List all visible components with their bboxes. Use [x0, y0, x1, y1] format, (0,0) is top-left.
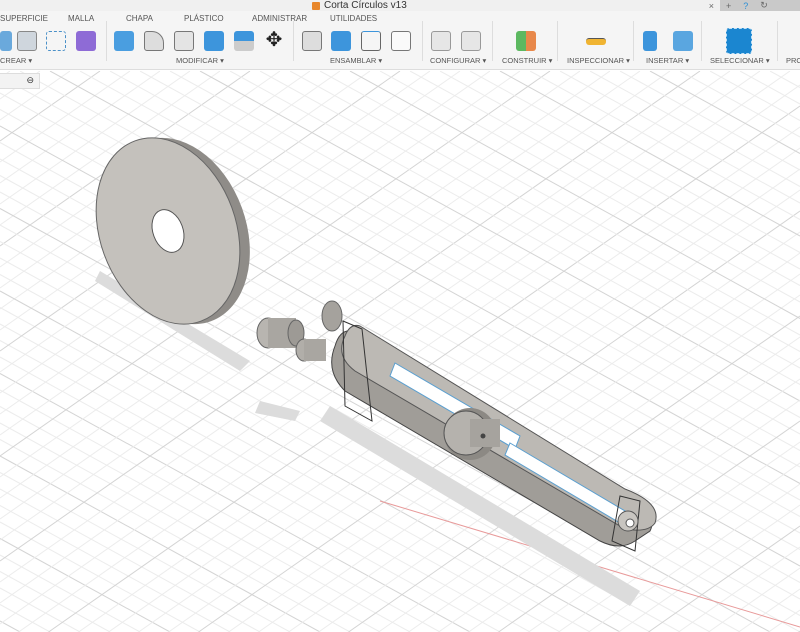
new-tab-button[interactable]: + [726, 1, 731, 11]
tab-plastico[interactable]: PLÁSTICO [184, 14, 224, 23]
table-icon[interactable] [391, 31, 411, 51]
collapse-button[interactable]: ⊖ [26, 75, 34, 86]
grid-line [709, 71, 800, 121]
grid-line [0, 439, 351, 632]
group-productos[interactable]: PRO [786, 56, 800, 65]
group-insertar[interactable]: INSERTAR ▾ [646, 56, 689, 65]
group-construir[interactable]: CONSTRUIR ▾ [502, 56, 552, 65]
tab-utilidades[interactable]: UTILIDADES [330, 14, 377, 23]
grid-line [0, 406, 411, 632]
grid-line [0, 422, 381, 632]
insert-derive-icon[interactable] [643, 31, 657, 51]
grid-line [529, 71, 800, 220]
canvas-image-icon[interactable] [673, 31, 693, 51]
browser-panel: ⊖ [0, 73, 40, 89]
grid-line [768, 609, 800, 632]
grid-line [409, 71, 800, 286]
document-icon [312, 1, 320, 10]
group-crear[interactable]: CREAR ▾ [0, 56, 32, 65]
refresh-icon[interactable]: ↻ [760, 0, 768, 11]
grid-line [648, 525, 800, 632]
sketch-icon[interactable] [46, 31, 66, 51]
grid-line [229, 71, 800, 385]
grid-line [559, 71, 800, 204]
tab-chapa[interactable]: CHAPA [126, 14, 153, 23]
tab-administrar[interactable]: ADMINISTRAR [252, 14, 307, 23]
joint-icon[interactable] [302, 31, 322, 51]
grid-line [0, 455, 321, 632]
as-built-joint-icon[interactable] [361, 31, 381, 51]
press-pull-icon[interactable] [114, 31, 134, 51]
grid-line [0, 620, 21, 632]
toolbar: SUPERFICIE MALLA CHAPA PLÁSTICO ADMINIST… [0, 11, 800, 70]
grid-line [619, 71, 800, 171]
fillet-icon[interactable] [144, 31, 164, 51]
plane-icon[interactable] [516, 31, 536, 51]
group-seleccionar[interactable]: SELECCIONAR ▾ [710, 56, 770, 65]
form-icon[interactable] [76, 31, 96, 51]
group-ensamblar[interactable]: ENSAMBLAR ▾ [330, 56, 382, 65]
grid-line [739, 71, 800, 105]
group-inspeccionar[interactable]: INSPECCIONAR ▾ [567, 56, 630, 65]
grid-line [0, 521, 201, 632]
help-icon[interactable]: ? [743, 1, 748, 11]
box-icon[interactable] [0, 31, 12, 51]
tab-malla[interactable]: MALLA [68, 14, 94, 23]
configure-table-icon[interactable] [461, 31, 481, 51]
new-component-icon[interactable] [331, 31, 351, 51]
group-modificar[interactable]: MODIFICAR ▾ [176, 56, 224, 65]
grid-line [289, 71, 800, 352]
grid-line [439, 71, 800, 270]
cylinder-icon[interactable] [17, 31, 37, 51]
configure-icon[interactable] [431, 31, 451, 51]
measure-icon[interactable] [586, 38, 606, 45]
split-body-icon[interactable] [234, 31, 254, 51]
grid-line [0, 571, 111, 632]
grid-line [649, 71, 800, 154]
close-tab-button[interactable]: × [709, 1, 714, 11]
move-icon[interactable]: ✥ [264, 30, 284, 50]
group-configurar[interactable]: CONFIGURAR ▾ [430, 56, 486, 65]
grid-line [169, 71, 800, 418]
grid-line [589, 71, 800, 187]
disc-part [95, 137, 250, 325]
grid-line [0, 472, 291, 632]
select-icon[interactable] [726, 28, 752, 54]
combine-icon[interactable] [204, 31, 224, 51]
title-bar: Corta Círculos v13 × +? ↻ [0, 0, 800, 11]
tab-superficie[interactable]: SUPERFICIE [0, 14, 48, 23]
grid-line [769, 71, 800, 88]
3d-viewport[interactable] [0, 71, 800, 632]
shell-icon[interactable] [174, 31, 194, 51]
document-title: Corta Círculos v13 [312, 0, 407, 11]
grid-line [0, 554, 141, 632]
